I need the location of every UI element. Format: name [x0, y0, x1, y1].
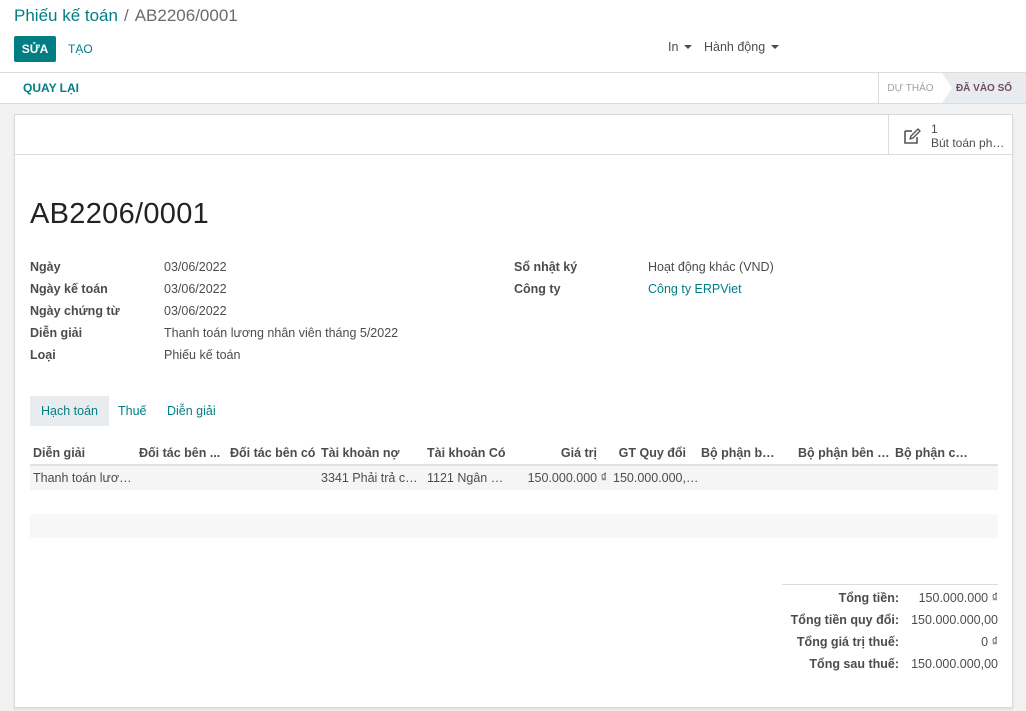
status-bar: QUAY LẠI DỰ THẢO ĐÃ VÀO SỔ	[0, 73, 1026, 104]
field-value-accounting-date: 03/06/2022	[164, 282, 227, 296]
button-box: 1 Bút toán phá...	[15, 115, 1012, 155]
total-amount-value: 150.000.000 ₫	[918, 591, 998, 605]
column-header-credit-department[interactable]: Bộ phận bên có	[798, 446, 890, 460]
field-value-date: 03/06/2022	[164, 260, 227, 274]
table-row[interactable]	[30, 466, 998, 490]
column-header-credit-partner[interactable]: Đối tác bên có	[230, 446, 316, 460]
total-converted-value: 150.000.000,00	[911, 613, 998, 627]
total-after-tax-label: Tổng sau thuế:	[809, 657, 899, 671]
cell-converted-amount: 150.000.000,00	[613, 471, 699, 485]
field-value-document-date: 03/06/2022	[164, 304, 227, 318]
totals-divider	[782, 584, 998, 585]
field-label-company: Công ty	[514, 282, 561, 296]
cell-description: Thanh toán lương...	[33, 471, 133, 485]
stage-arrow	[942, 73, 952, 103]
tab-description[interactable]: Diễn giải	[156, 396, 227, 426]
action-dropdown[interactable]: Hành động	[704, 40, 780, 54]
column-header-credit-account[interactable]: Tài khoản Có	[427, 446, 527, 460]
field-value-journal: Hoạt động khác (VND)	[648, 260, 774, 274]
action-dropdown-label: Hành động	[704, 40, 766, 54]
create-button[interactable]: TẠO	[68, 36, 93, 62]
column-header-converted-amount[interactable]: GT Quy đổi	[601, 446, 686, 460]
total-converted-label: Tổng tiền quy đổi:	[790, 613, 899, 627]
field-value-description: Thanh toán lương nhân viên tháng 5/2022	[164, 326, 399, 340]
breadcrumb-current: AB2206/0001	[134, 6, 238, 25]
stage-draft[interactable]: DỰ THẢO	[878, 73, 942, 103]
smart-button-count: 1	[931, 122, 938, 136]
control-panel: Phiếu kế toán / AB2206/0001 SỬA TẠO In Hàn…	[0, 0, 1026, 73]
journal-items-smart-button[interactable]: 1 Bút toán phá...	[888, 115, 1012, 155]
stage-posted: ĐÃ VÀO SỔ	[942, 73, 1026, 103]
total-amount-label: Tổng tiền:	[838, 591, 899, 605]
tab-taxes[interactable]: Thuế	[107, 396, 158, 426]
breadcrumb-separator: /	[123, 6, 129, 25]
field-label-document-date: Ngày chứng từ	[30, 304, 120, 318]
breadcrumb-parent-link[interactable]: Phiếu kế toán	[14, 6, 118, 25]
column-header-debit-department[interactable]: Bộ phận bên ...	[701, 446, 781, 460]
breadcrumb: Phiếu kế toán / AB2206/0001	[14, 6, 238, 26]
column-header-description[interactable]: Diễn giải	[33, 446, 133, 460]
cell-debit-account: 3341 Phải trả côn...	[321, 471, 421, 485]
field-label-description: Diễn giải	[30, 326, 83, 340]
field-value-type: Phiếu kế toán	[164, 348, 241, 362]
edit-icon	[904, 128, 921, 144]
empty-table-row	[30, 514, 998, 538]
tab-journal-items[interactable]: Hạch toán	[30, 396, 109, 426]
column-header-amount[interactable]: Giá trị	[527, 446, 597, 460]
total-tax-value: 0 ₫	[981, 635, 998, 649]
cell-credit-account: 1121 Ngân hà...	[427, 471, 509, 485]
total-after-tax-value: 150.000.000,00	[911, 657, 998, 671]
cell-amount: 150.000.000 ₫	[527, 471, 607, 485]
total-tax-label: Tổng giá trị thuế:	[796, 635, 899, 649]
field-label-accounting-date: Ngày kế toán	[30, 282, 108, 296]
record-title: AB2206/0001	[30, 198, 210, 230]
chevron-down-icon	[684, 45, 693, 49]
print-dropdown[interactable]: In	[668, 40, 693, 54]
field-label-type: Loại	[30, 348, 56, 362]
column-header-debit-partner[interactable]: Đối tác bên ...	[139, 446, 225, 460]
field-label-journal: Sổ nhật ký	[514, 260, 578, 274]
form-sheet: 1 Bút toán phá... AB2206/0001 Ngày 03/06…	[14, 114, 1013, 708]
column-header-debit-account[interactable]: Tài khoản nợ	[321, 446, 421, 460]
chevron-down-icon	[771, 45, 780, 49]
edit-button[interactable]: SỬA	[14, 36, 56, 62]
column-header-cost-department[interactable]: Bộ phận chị...	[895, 446, 975, 460]
field-label-date: Ngày	[30, 260, 61, 274]
company-link[interactable]: Công ty ERPViet	[648, 282, 742, 296]
smart-button-label: Bút toán phá...	[931, 136, 1007, 150]
print-dropdown-label: In	[668, 40, 679, 54]
back-button[interactable]: QUAY LẠI	[23, 81, 79, 95]
